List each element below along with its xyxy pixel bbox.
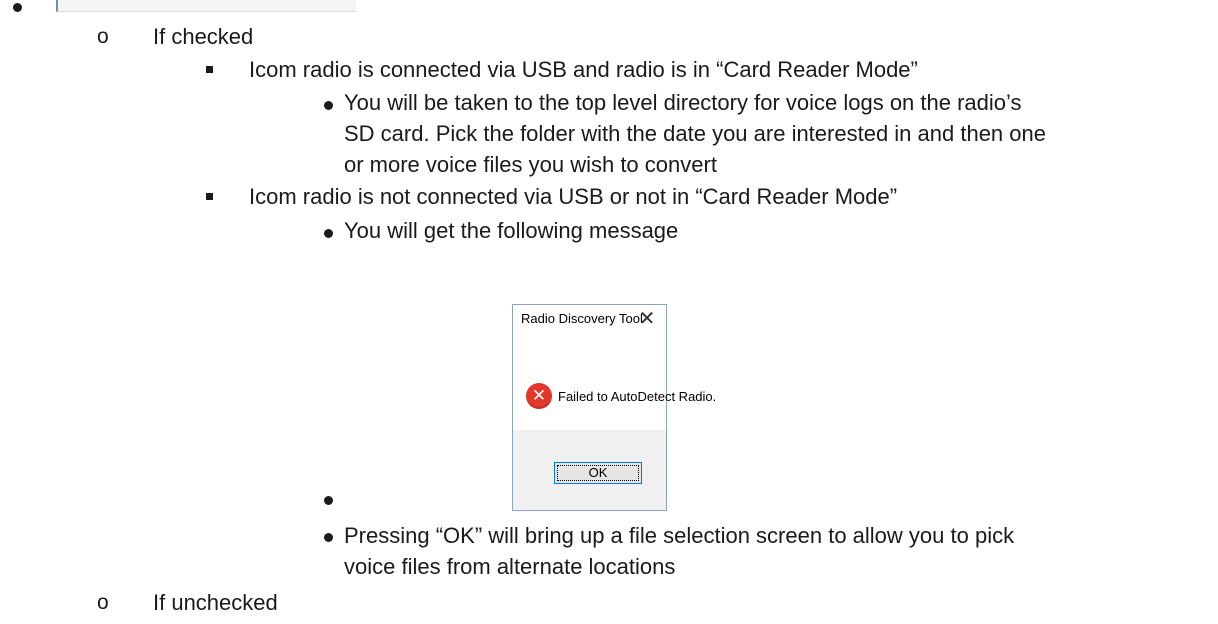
- bullet-o-checked: o: [97, 25, 109, 48]
- bullet-square-not-connected: [206, 193, 213, 200]
- item-following-message: You will get the following message: [344, 218, 679, 243]
- bullet-square-connected: [206, 66, 213, 73]
- connected-detail-line-1: You will be taken to the top level direc…: [344, 90, 1022, 115]
- error-icon: ✕: [526, 383, 552, 409]
- bullet-top: [13, 3, 22, 12]
- connected-detail-line-2: SD card. Pick the folder with the date y…: [344, 121, 1046, 146]
- connected-detail-line-3: or more voice files you wish to convert: [344, 152, 717, 177]
- bullet-connected-detail: [324, 101, 333, 110]
- close-icon[interactable]: ✕: [633, 307, 661, 331]
- radio-discovery-dialog: Radio Discovery Tool ✕ ✕ Failed to AutoD…: [512, 304, 716, 511]
- ok-button[interactable]: OK: [554, 462, 642, 484]
- bullet-empty: [324, 496, 333, 505]
- cropped-screenshot-fragment: [56, 0, 356, 12]
- pressing-ok-line-2: voice files from alternate locations: [344, 554, 676, 579]
- bullet-message: [324, 229, 333, 238]
- dialog-title: Radio Discovery Tool: [521, 311, 643, 326]
- item-connected: Icom radio is connected via USB and radi…: [249, 57, 918, 82]
- dialog-message: Failed to AutoDetect Radio.: [558, 389, 717, 404]
- bullet-pressing-ok: [324, 533, 333, 542]
- dialog-footer: OK: [513, 430, 666, 510]
- pressing-ok-line-1: Pressing “OK” will bring up a file selec…: [344, 523, 1015, 548]
- bullet-o-unchecked: o: [97, 591, 109, 614]
- item-not-connected: Icom radio is not connected via USB or n…: [249, 184, 898, 209]
- item-if-checked: If checked: [153, 24, 254, 49]
- item-if-unchecked: If unchecked: [153, 590, 278, 615]
